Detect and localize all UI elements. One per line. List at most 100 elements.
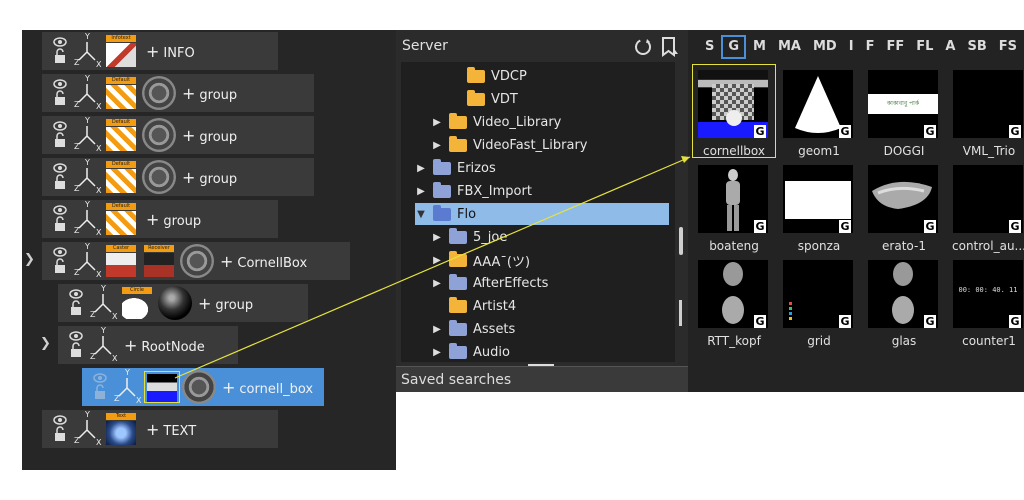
folder-tree-scrollbar[interactable] — [677, 62, 685, 362]
folder-row[interactable]: ▶ Audio — [431, 341, 510, 362]
visibility-lock-toggle[interactable] — [50, 76, 70, 110]
asset-tile-rtt-kopf[interactable]: G RTT_kopf — [690, 258, 770, 353]
transform-axis-icon: Y Z X — [74, 410, 102, 447]
expand-arrow-icon[interactable]: ▶ — [431, 324, 443, 335]
visibility-lock-toggle[interactable] — [90, 370, 110, 404]
folder-row[interactable]: VDT — [467, 88, 518, 110]
transform-axis-icon: Y Z X — [114, 368, 142, 405]
asset-tile-control-audio[interactable]: G control_au... — [945, 163, 1024, 258]
scene-node-cornell-box[interactable]: Y Z X + cornell_box — [82, 368, 324, 406]
geometry-badge: G — [839, 315, 851, 328]
asset-tile-boateng[interactable]: G boateng — [690, 163, 770, 258]
filter-sb[interactable]: SB — [962, 35, 991, 59]
filter-m[interactable]: M — [748, 35, 771, 59]
folder-icon — [433, 204, 451, 221]
asset-tile-counter1[interactable]: 00: 00: 40. 11 G counter1 — [945, 258, 1024, 353]
geometry-gear-icon[interactable] — [142, 76, 176, 110]
visibility-lock-toggle[interactable] — [50, 118, 70, 152]
scene-node-group[interactable]: Y Z X Circle + group — [58, 284, 308, 322]
default-material-thumbnail[interactable]: Default — [104, 161, 140, 193]
scrollbar-thumb-secondary[interactable] — [679, 300, 682, 326]
asset-tile-erato[interactable]: G erato-1 — [860, 163, 940, 258]
asset-tile-glas[interactable]: G glas — [860, 258, 940, 353]
visibility-lock-toggle[interactable] — [50, 244, 70, 278]
scene-node-group[interactable]: Y Z X Default + group — [42, 158, 314, 196]
server-folder-tree[interactable]: VDCP VDT ▶ Video_Library ▶ VideoFast_Libra… — [401, 62, 675, 362]
filter-md[interactable]: MD — [808, 35, 842, 59]
filter-f[interactable]: F — [861, 35, 880, 59]
default-material-thumbnail[interactable]: Default — [104, 119, 140, 151]
default-material-thumbnail[interactable]: Default — [104, 203, 140, 235]
folder-row[interactable]: ▶ Assets — [431, 318, 515, 340]
bookmark-icon[interactable] — [660, 36, 680, 58]
folder-row[interactable]: ▶ FBX_Import — [415, 180, 532, 202]
receiver-shadow-thumbnail[interactable]: Receiver — [142, 245, 178, 277]
scene-node-group[interactable]: Y Z X Default + group — [42, 74, 314, 112]
folder-row[interactable]: VDCP — [467, 65, 527, 87]
folder-row[interactable]: ▶ AAA¯(ツ) — [431, 249, 530, 271]
cornell-box-geometry-thumbnail[interactable] — [144, 371, 180, 403]
visibility-lock-toggle[interactable] — [66, 328, 86, 362]
filter-g-active[interactable]: G — [721, 35, 747, 59]
scene-node-text[interactable]: Y Z X Text + TEXT — [42, 410, 278, 448]
expand-arrow-icon[interactable]: ▶ — [431, 117, 443, 128]
refresh-server-icon[interactable] — [632, 36, 654, 58]
asset-tile-doggi[interactable]: কাকাবাবু পার্ক G DOGGI — [860, 68, 940, 163]
saved-searches-header[interactable]: Saved searches — [396, 366, 688, 392]
folder-row[interactable]: ▶ Video_Library — [431, 111, 561, 133]
scene-node-group[interactable]: Y Z X Default + group — [42, 200, 278, 238]
asset-tile-cornellbox[interactable]: G cornellbox — [690, 64, 776, 163]
filter-i[interactable]: I — [844, 35, 859, 59]
filter-a[interactable]: A — [940, 35, 960, 59]
expand-arrow-icon[interactable]: ▶ — [431, 278, 443, 289]
scrollbar-thumb[interactable] — [679, 227, 683, 255]
filter-ff[interactable]: FF — [881, 35, 909, 59]
visibility-lock-toggle[interactable] — [66, 286, 86, 320]
folder-row[interactable]: ▶ AfterEffects — [431, 272, 548, 294]
folder-row[interactable]: ▶ VideoFast_Library — [431, 134, 588, 156]
visibility-lock-toggle[interactable] — [50, 34, 70, 68]
visibility-lock-toggle[interactable] — [50, 202, 70, 236]
expand-arrow-icon[interactable]: ▶ — [431, 140, 443, 151]
text-font-thumbnail[interactable]: Text — [104, 413, 140, 445]
asset-tile-sponza[interactable]: G sponza — [775, 163, 855, 258]
visibility-lock-toggle[interactable] — [50, 160, 70, 194]
filter-fs[interactable]: FS — [994, 35, 1022, 59]
caster-shadow-thumbnail[interactable]: Caster — [104, 245, 140, 277]
folder-row[interactable]: Artist4 — [449, 295, 516, 317]
geometry-gear-icon[interactable] — [142, 160, 176, 194]
scene-node-info[interactable]: Y Z X Infotext + INFO — [42, 32, 278, 70]
folder-row[interactable]: ▶ Erizos — [415, 157, 496, 179]
collapse-chevron-icon[interactable]: ❯ — [24, 252, 35, 267]
geometry-gear-icon[interactable] — [180, 244, 214, 278]
info-container-thumbnail[interactable]: Infotext — [104, 35, 140, 67]
circle-geometry-thumbnail[interactable]: Circle — [120, 287, 156, 319]
geometry-gear-icon[interactable] — [182, 370, 216, 404]
filter-s[interactable]: S — [700, 35, 719, 59]
scene-node-cornellbox[interactable]: Y Z X Caster Receiver + CornellBox — [42, 242, 350, 280]
asset-tile-vml-trio[interactable]: G VML_Trio — [945, 68, 1024, 163]
asset-name: counter1 — [962, 334, 1016, 348]
default-material-thumbnail[interactable]: Default — [104, 77, 140, 109]
geometry-badge: G — [754, 125, 766, 138]
folder-row[interactable]: ▶ 5_joe — [431, 226, 507, 248]
expand-arrow-icon[interactable]: ▶ — [415, 186, 427, 197]
expand-arrow-icon[interactable]: ▶ — [431, 255, 443, 266]
asset-tile-grid[interactable]: G grid — [775, 258, 855, 353]
scene-node-group[interactable]: Y Z X Default + group — [42, 116, 314, 154]
geometry-badge: G — [924, 315, 936, 328]
scene-node-rootnode[interactable]: Y Z X + RootNode — [58, 326, 238, 364]
geometry-gear-icon[interactable] — [142, 118, 176, 152]
visibility-lock-toggle[interactable] — [50, 412, 70, 446]
asset-tile-geom1[interactable]: G geom1 — [775, 68, 855, 163]
sphere-material-icon[interactable] — [158, 286, 192, 320]
collapse-arrow-icon[interactable]: ▼ — [415, 209, 427, 220]
expand-arrow-icon[interactable]: ▶ — [431, 347, 443, 358]
expand-arrow-icon[interactable]: ▶ — [431, 232, 443, 243]
expand-arrow-icon[interactable]: ▶ — [415, 163, 427, 174]
folder-icon — [449, 319, 467, 336]
filter-fl[interactable]: FL — [911, 35, 938, 59]
filter-ma[interactable]: MA — [773, 35, 806, 59]
collapse-chevron-icon[interactable]: ❯ — [40, 336, 51, 351]
folder-row-selected[interactable]: ▼ Flo — [415, 203, 669, 225]
